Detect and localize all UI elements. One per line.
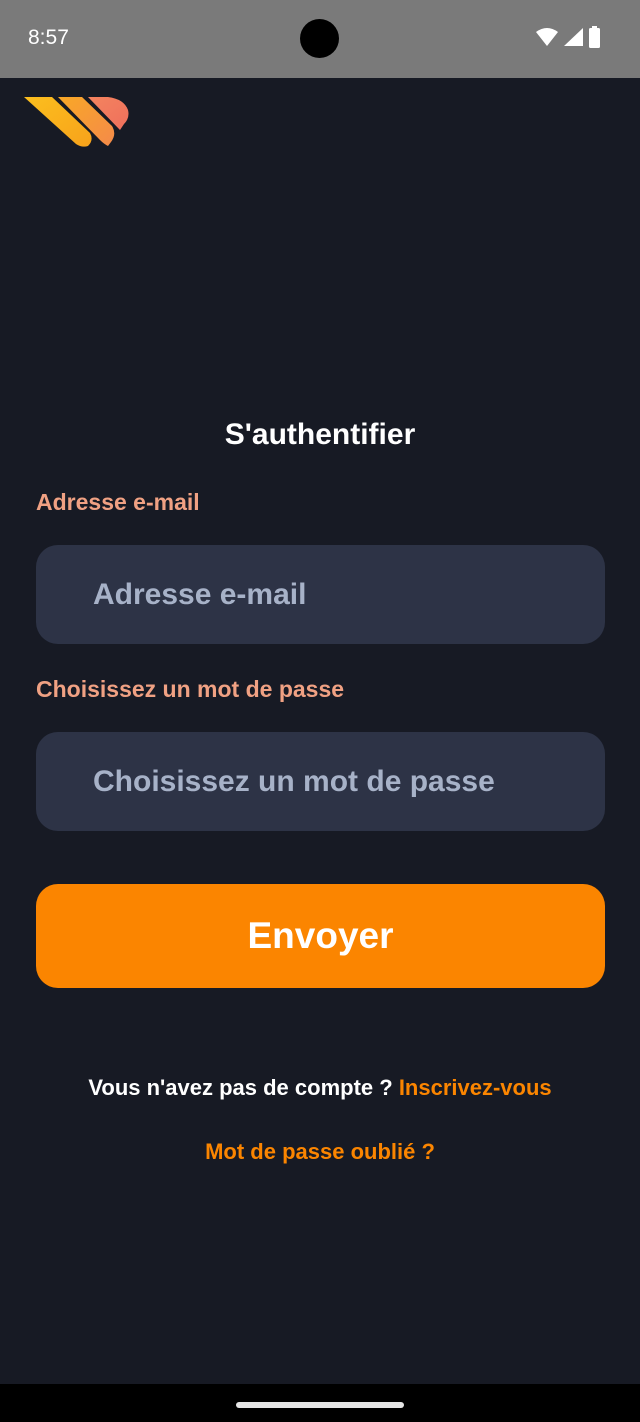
status-time: 8:57 — [28, 26, 69, 49]
navigation-bar — [0, 1384, 640, 1422]
status-bar: 8:57 — [0, 0, 640, 78]
home-gesture-handle[interactable] — [236, 1402, 404, 1408]
password-field[interactable] — [36, 732, 605, 831]
app-logo — [24, 96, 130, 148]
signup-row: Vous n'avez pas de compte ? Inscrivez-vo… — [0, 1075, 640, 1101]
page-title: S'authentifier — [224, 418, 416, 451]
signal-icon — [564, 27, 583, 51]
camera-cutout — [300, 19, 339, 58]
signup-prompt: Vous n'avez pas de compte ? — [88, 1075, 399, 1100]
submit-button[interactable]: Envoyer — [36, 884, 605, 988]
battery-icon — [589, 25, 600, 53]
email-field[interactable] — [36, 545, 605, 644]
signup-link[interactable]: Inscrivez-vous — [399, 1075, 552, 1100]
forgot-password-row: Mot de passe oublié ? — [0, 1139, 640, 1165]
password-label: Choisissez un mot de passe — [36, 676, 345, 702]
forgot-password-link[interactable]: Mot de passe oublié ? — [205, 1139, 435, 1164]
wifi-icon — [536, 27, 558, 51]
email-label: Adresse e-mail — [36, 489, 200, 515]
status-icons — [536, 25, 600, 53]
